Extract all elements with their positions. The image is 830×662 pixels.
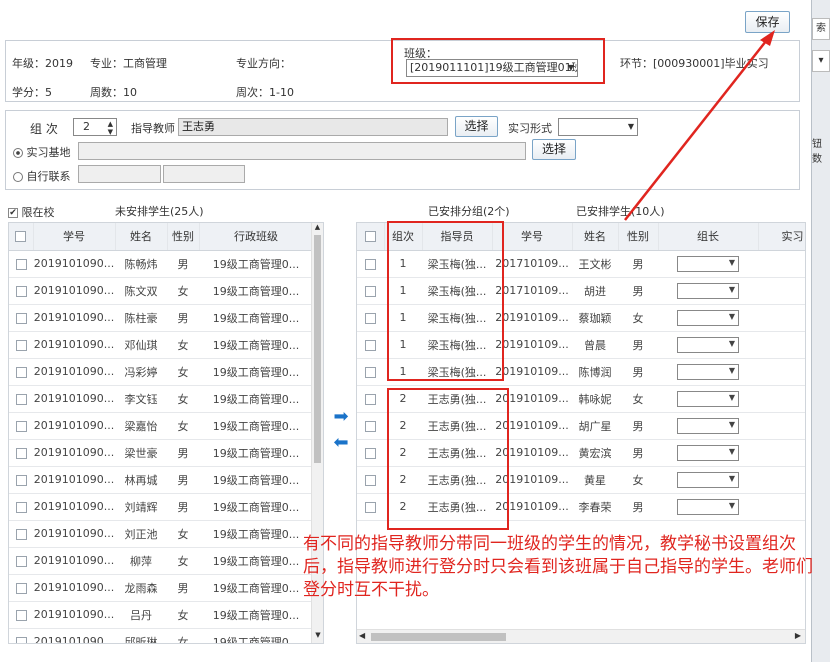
annotation-text: 有不同的指导教师分带同一班级的学生的情况，教学秘书设置组次后，指导教师进行登分时… [303, 534, 813, 600]
background-button-1[interactable]: 索 [812, 18, 830, 40]
background-window: 索 ▾ 钮数 [812, 0, 830, 662]
background-dropdown[interactable]: ▾ [812, 50, 830, 72]
background-text: 钮数 [812, 139, 822, 165]
dialog: 保存 年级：2019 专业：工商管理 专业方向： 班级： [2019011101… [0, 0, 813, 662]
